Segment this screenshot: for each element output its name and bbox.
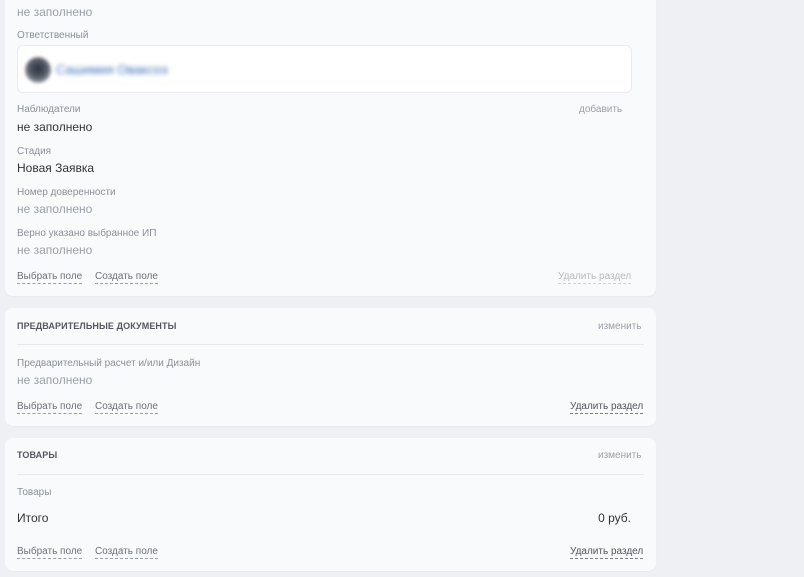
edit-section-link[interactable]: изменить [598, 321, 642, 332]
stage-value[interactable]: Новая Заявка [17, 161, 94, 175]
total-label: Итого [17, 511, 49, 525]
observers-label: Наблюдатели [17, 104, 81, 115]
delete-section-link[interactable]: Удалить раздел [570, 401, 644, 414]
responsible-name[interactable]: Сашимия Оваксоэ [56, 62, 168, 77]
responsible-label: Ответственный [17, 30, 89, 41]
add-observer-link[interactable]: добавить [579, 104, 622, 115]
avatar [25, 57, 51, 83]
select-field-link[interactable]: Выбрать поле [17, 271, 83, 284]
responsible-field[interactable]: Сашимия Оваксоэ [17, 45, 632, 93]
select-field-link[interactable]: Выбрать поле [17, 401, 83, 414]
create-field-link[interactable]: Создать поле [95, 271, 158, 284]
total-value: 0 руб. [598, 511, 631, 525]
edit-section-link[interactable]: изменить [598, 450, 642, 461]
preliminary-documents-card: ПРЕДВАРИТЕЛЬНЫЕ ДОКУМЕНТЫ изменить Предв… [5, 308, 656, 426]
delete-section-link[interactable]: Удалить раздел [570, 546, 644, 559]
poa-number-value[interactable]: не заполнено [17, 202, 92, 216]
products-label: Товары [17, 487, 52, 498]
stage-label: Стадия [17, 146, 52, 157]
main-section-card: не заполнено Ответственный Сашимия Овакс… [5, 0, 656, 296]
delete-section-link[interactable]: Удалить раздел [558, 271, 632, 284]
preliminary-calc-value[interactable]: не заполнено [17, 373, 92, 387]
field-value: не заполнено [17, 5, 93, 19]
divider [17, 474, 644, 475]
section-title: ТОВАРЫ [17, 450, 58, 460]
ip-correct-value[interactable]: не заполнено [17, 243, 92, 257]
create-field-link[interactable]: Создать поле [95, 546, 158, 559]
divider [17, 344, 644, 345]
observers-value: не заполнено [17, 120, 93, 134]
poa-number-label: Номер доверенности [17, 187, 116, 198]
products-card: ТОВАРЫ изменить Товары Итого 0 руб. Выбр… [5, 438, 656, 571]
create-field-link[interactable]: Создать поле [95, 401, 158, 414]
preliminary-calc-label: Предварительный расчет и/или Дизайн [17, 358, 201, 369]
ip-correct-label: Верно указано выбранное ИП [17, 228, 157, 239]
section-title: ПРЕДВАРИТЕЛЬНЫЕ ДОКУМЕНТЫ [17, 321, 177, 331]
select-field-link[interactable]: Выбрать поле [17, 546, 83, 559]
